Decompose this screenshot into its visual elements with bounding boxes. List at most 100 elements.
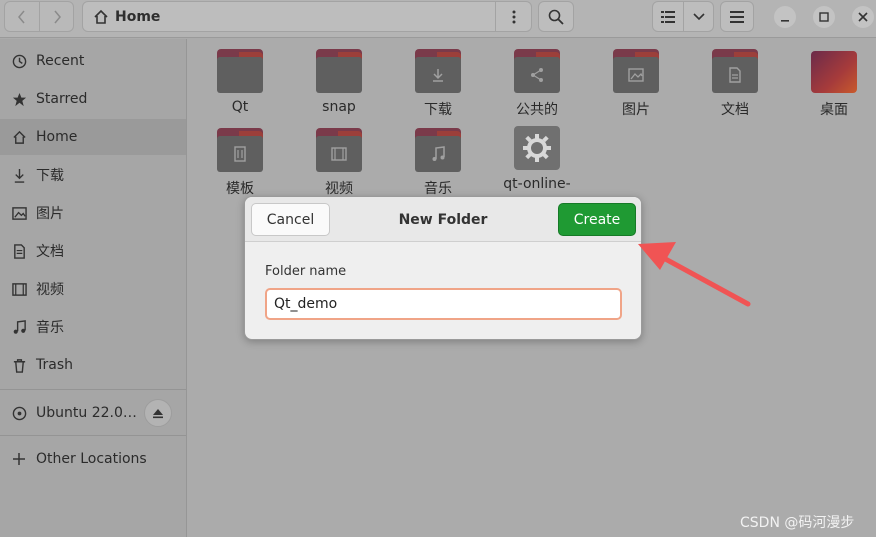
sidebar-item-videos[interactable]: 视频 [0,271,186,307]
sidebar-item-starred[interactable]: Starred [0,81,186,117]
sidebar-item-recent[interactable]: Recent [0,43,186,79]
file-name: 下载 [424,102,452,118]
folder-documents-icon [712,49,758,93]
minimize-icon [781,20,789,22]
file-name: Qt [231,99,249,115]
gear-icon [514,126,560,170]
home-icon [11,129,27,145]
sidebar-item-label: Home [36,129,78,145]
chevron-right-icon [53,10,61,23]
nav-buttons [4,1,74,32]
file-name: 文档 [721,102,749,118]
list-view-button[interactable] [653,2,683,31]
file-item-public[interactable]: 公共的 [491,49,583,119]
create-button[interactable]: Create [558,203,636,236]
file-item-snap[interactable]: snap [293,49,385,115]
sidebar-item-other-locations[interactable]: Other Locations [0,441,186,477]
sidebar-item-label: Ubuntu 22.0… [36,405,137,421]
download-icon [11,167,27,183]
path-menu-button[interactable] [495,2,531,31]
header-bar: Home [0,0,876,38]
view-options-button[interactable] [683,2,713,31]
sidebar-item-trash[interactable]: Trash [0,347,186,383]
sidebar-item-music[interactable]: 音乐 [0,309,186,345]
folder-music-icon [415,128,461,172]
folder-share-icon [514,49,560,93]
file-item-videos[interactable]: 视频 [293,128,385,198]
search-button[interactable] [538,1,574,32]
forward-button[interactable] [39,2,73,31]
file-name: 模板 [226,181,254,197]
file-item-templates[interactable]: 模板 [194,128,286,198]
document-icon [11,243,27,259]
sidebar-item-home[interactable]: Home [0,119,186,155]
sidebar-item-documents[interactable]: 文档 [0,233,186,269]
file-item-desktop[interactable]: 桌面 [788,49,876,119]
disc-icon [11,405,27,421]
star-icon [11,91,27,107]
sidebar-item-label: 视频 [36,282,64,298]
sidebar-item-label: Recent [36,53,85,69]
path-bar[interactable]: Home [82,1,532,32]
file-item-music[interactable]: 音乐 [392,128,484,198]
clock-icon [11,53,27,69]
file-name: 音乐 [424,181,452,197]
folder-icon [316,49,362,93]
file-item-pictures[interactable]: 图片 [590,49,682,119]
file-item-qt-online-installer[interactable]: qt-online- [491,126,583,192]
sidebar-item-label: Starred [36,91,88,107]
folder-video-icon [316,128,362,172]
maximize-icon [819,12,829,22]
desktop-folder-icon [811,51,857,93]
video-icon [11,281,27,297]
view-toggle-group [652,1,714,32]
sidebar-item-label: 下载 [36,168,64,184]
file-name: qt-online- [503,176,571,192]
file-item-downloads[interactable]: 下载 [392,49,484,119]
folder-templates-icon [217,128,263,172]
hamburger-icon [730,10,744,23]
close-button[interactable] [852,6,874,28]
trash-icon [11,357,27,373]
file-item-qt[interactable]: Qt [194,49,286,115]
sidebar-item-pictures[interactable]: 图片 [0,195,186,231]
sidebar: Recent Starred Home 下载 图片 文档 视频 音乐 Trash… [0,39,187,537]
sidebar-item-label: Trash [36,357,73,373]
file-item-documents[interactable]: 文档 [689,49,781,119]
eject-icon [153,409,163,419]
maximize-button[interactable] [813,6,835,28]
image-icon [11,205,27,221]
file-name: 公共的 [516,102,558,118]
kebab-menu-icon [512,10,515,23]
home-icon [94,9,108,24]
watermark: CSDN @码河漫步 [740,515,855,531]
file-name: 视频 [325,181,353,197]
sidebar-divider [0,389,186,390]
music-icon [11,319,27,335]
path-crumb-home[interactable]: Home [115,9,160,25]
main-menu-button[interactable] [720,1,754,32]
new-folder-dialog: New Folder Cancel Create Folder name [244,196,642,340]
file-name: 图片 [622,102,650,118]
annotation-arrow [638,242,751,307]
search-icon [548,9,564,25]
sidebar-item-label: 文档 [36,244,64,260]
chevron-left-icon [18,10,25,23]
sidebar-item-label: Other Locations [36,451,147,467]
dialog-header: New Folder Cancel Create [245,197,641,242]
sidebar-item-downloads[interactable]: 下载 [0,157,186,193]
sidebar-divider [0,435,186,436]
cancel-button[interactable]: Cancel [251,203,330,236]
folder-download-icon [415,49,461,93]
list-view-icon [661,10,675,23]
eject-button[interactable] [144,399,172,427]
plus-icon [11,451,27,467]
sidebar-item-label: 音乐 [36,320,64,336]
file-name: snap [322,99,356,115]
folder-pictures-icon [613,49,659,93]
folder-name-input[interactable] [265,288,622,320]
back-button[interactable] [5,2,39,31]
minimize-button[interactable] [774,6,796,28]
chevron-down-icon [692,12,705,20]
folder-name-label: Folder name [265,264,347,279]
